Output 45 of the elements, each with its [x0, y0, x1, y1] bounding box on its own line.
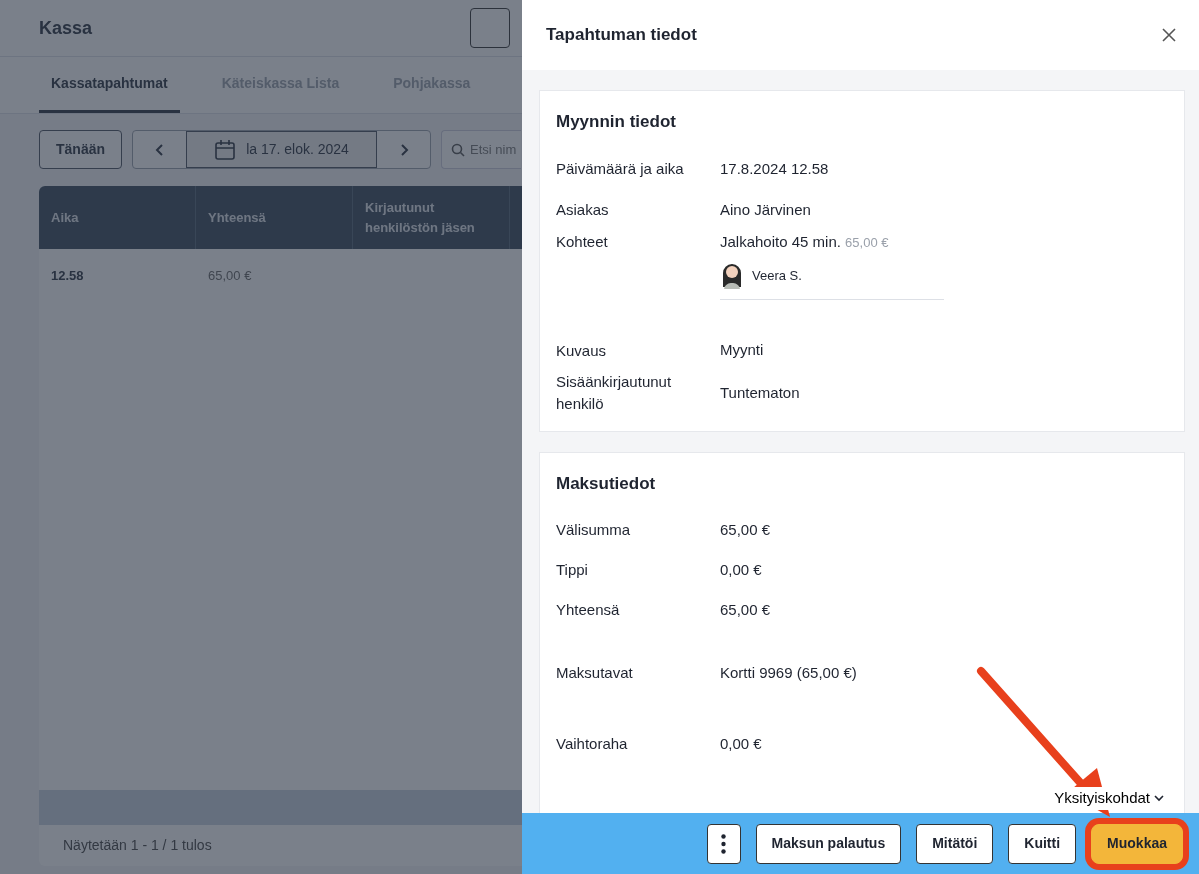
service-price: 65,00 € — [845, 234, 889, 250]
field-label: Sisäänkirjautunut henkilö — [556, 372, 673, 414]
action-button[interactable]: Maksun palautus — [755, 823, 902, 864]
details-toggle[interactable]: Yksityiskohdat — [1054, 787, 1164, 810]
table-cell-text: 65,00 € — [207, 267, 253, 286]
field-value: 0,00 € — [720, 559, 763, 580]
more-button[interactable] — [706, 823, 741, 864]
card-title: Myynnin tiedot — [556, 111, 677, 133]
staff-name: Veera S. — [752, 267, 802, 286]
field-label: Kuvaus — [556, 340, 608, 361]
field-label: Vaihtoraha — [556, 734, 629, 755]
page-title: Kassa — [39, 16, 93, 40]
field-value: Aino Järvinen — [720, 199, 812, 220]
drawer-title: Tapahtuman tiedot — [546, 24, 697, 47]
field-value: Myynti — [720, 340, 765, 361]
column-header: Yhteensä — [196, 186, 353, 249]
search-icon — [451, 142, 465, 157]
field-label: Kohteet — [556, 231, 609, 252]
table-cell-text: 12.58 — [50, 267, 85, 286]
action-button[interactable]: Kuitti — [1008, 823, 1077, 864]
field-label: Maksutavat — [556, 663, 634, 684]
field-label: Päivämäärä ja aika — [556, 159, 685, 180]
service-name: Jalkahoito 45 min. — [720, 232, 841, 250]
field-label: Tippi — [556, 560, 589, 581]
field-value: 65,00 € — [720, 599, 772, 620]
more-icon — [721, 833, 727, 854]
field-value: Kortti 9969 (65,00 €) — [720, 662, 858, 683]
field-value: Tuntematon — [720, 382, 801, 403]
field-label: Asiakas — [556, 200, 610, 221]
close-icon — [1161, 27, 1177, 43]
field-value: 65,00 € — [720, 519, 772, 540]
calendar-icon — [214, 138, 237, 161]
field-value: 17.8.2024 12.58 — [720, 158, 830, 179]
header-button[interactable] — [470, 8, 510, 48]
field-value: 0,00 € — [720, 733, 763, 754]
avatar-icon — [720, 261, 744, 291]
field-label: Yhteensä — [556, 600, 621, 621]
chevron-left-icon — [153, 142, 166, 157]
chevron-down-icon — [1154, 794, 1164, 802]
results-count: Näytetään 1 - 1 / 1 tulos — [63, 836, 212, 855]
field-label: Välisumma — [556, 520, 632, 541]
column-header: Aika — [39, 186, 196, 249]
card-title: Maksutiedot — [556, 472, 657, 495]
action-button[interactable]: Mitätöi — [916, 823, 994, 864]
column-header: Kirjautunut henkilöstön jäsen — [353, 186, 510, 249]
